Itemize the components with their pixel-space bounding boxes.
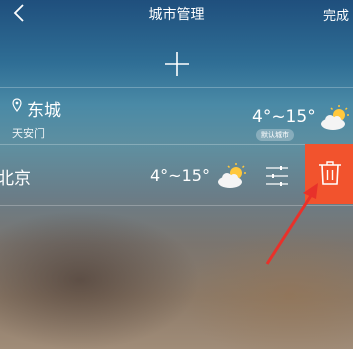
city-row[interactable]: 北京 4°~15° (0, 144, 353, 206)
add-city-button[interactable] (163, 50, 191, 78)
temperature-range: 4°~15° (252, 107, 316, 127)
background-blur (0, 210, 200, 349)
partly-cloudy-icon (218, 163, 246, 188)
drag-handle-icon[interactable] (265, 165, 289, 187)
location-pin-icon (12, 98, 22, 112)
city-name: 北京 (0, 169, 31, 189)
top-bar: 城市管理 完成 (0, 0, 353, 28)
trash-icon (319, 161, 341, 185)
city-management-screen: 城市管理 完成 东城 天安门 4°~15° 默认城市 北京 4°~15° (0, 0, 353, 349)
current-location-row[interactable]: 东城 天安门 4°~15° 默认城市 (0, 87, 353, 144)
district-name: 天安门 (12, 127, 45, 140)
background-blur (180, 230, 353, 349)
done-button[interactable]: 完成 (323, 5, 349, 24)
temperature-range: 4°~15° (150, 166, 210, 185)
page-title: 城市管理 (148, 7, 205, 23)
city-name: 东城 (27, 101, 61, 121)
delete-city-button[interactable] (305, 144, 353, 204)
partly-cloudy-icon (321, 105, 349, 130)
default-city-badge: 默认城市 (256, 129, 294, 141)
